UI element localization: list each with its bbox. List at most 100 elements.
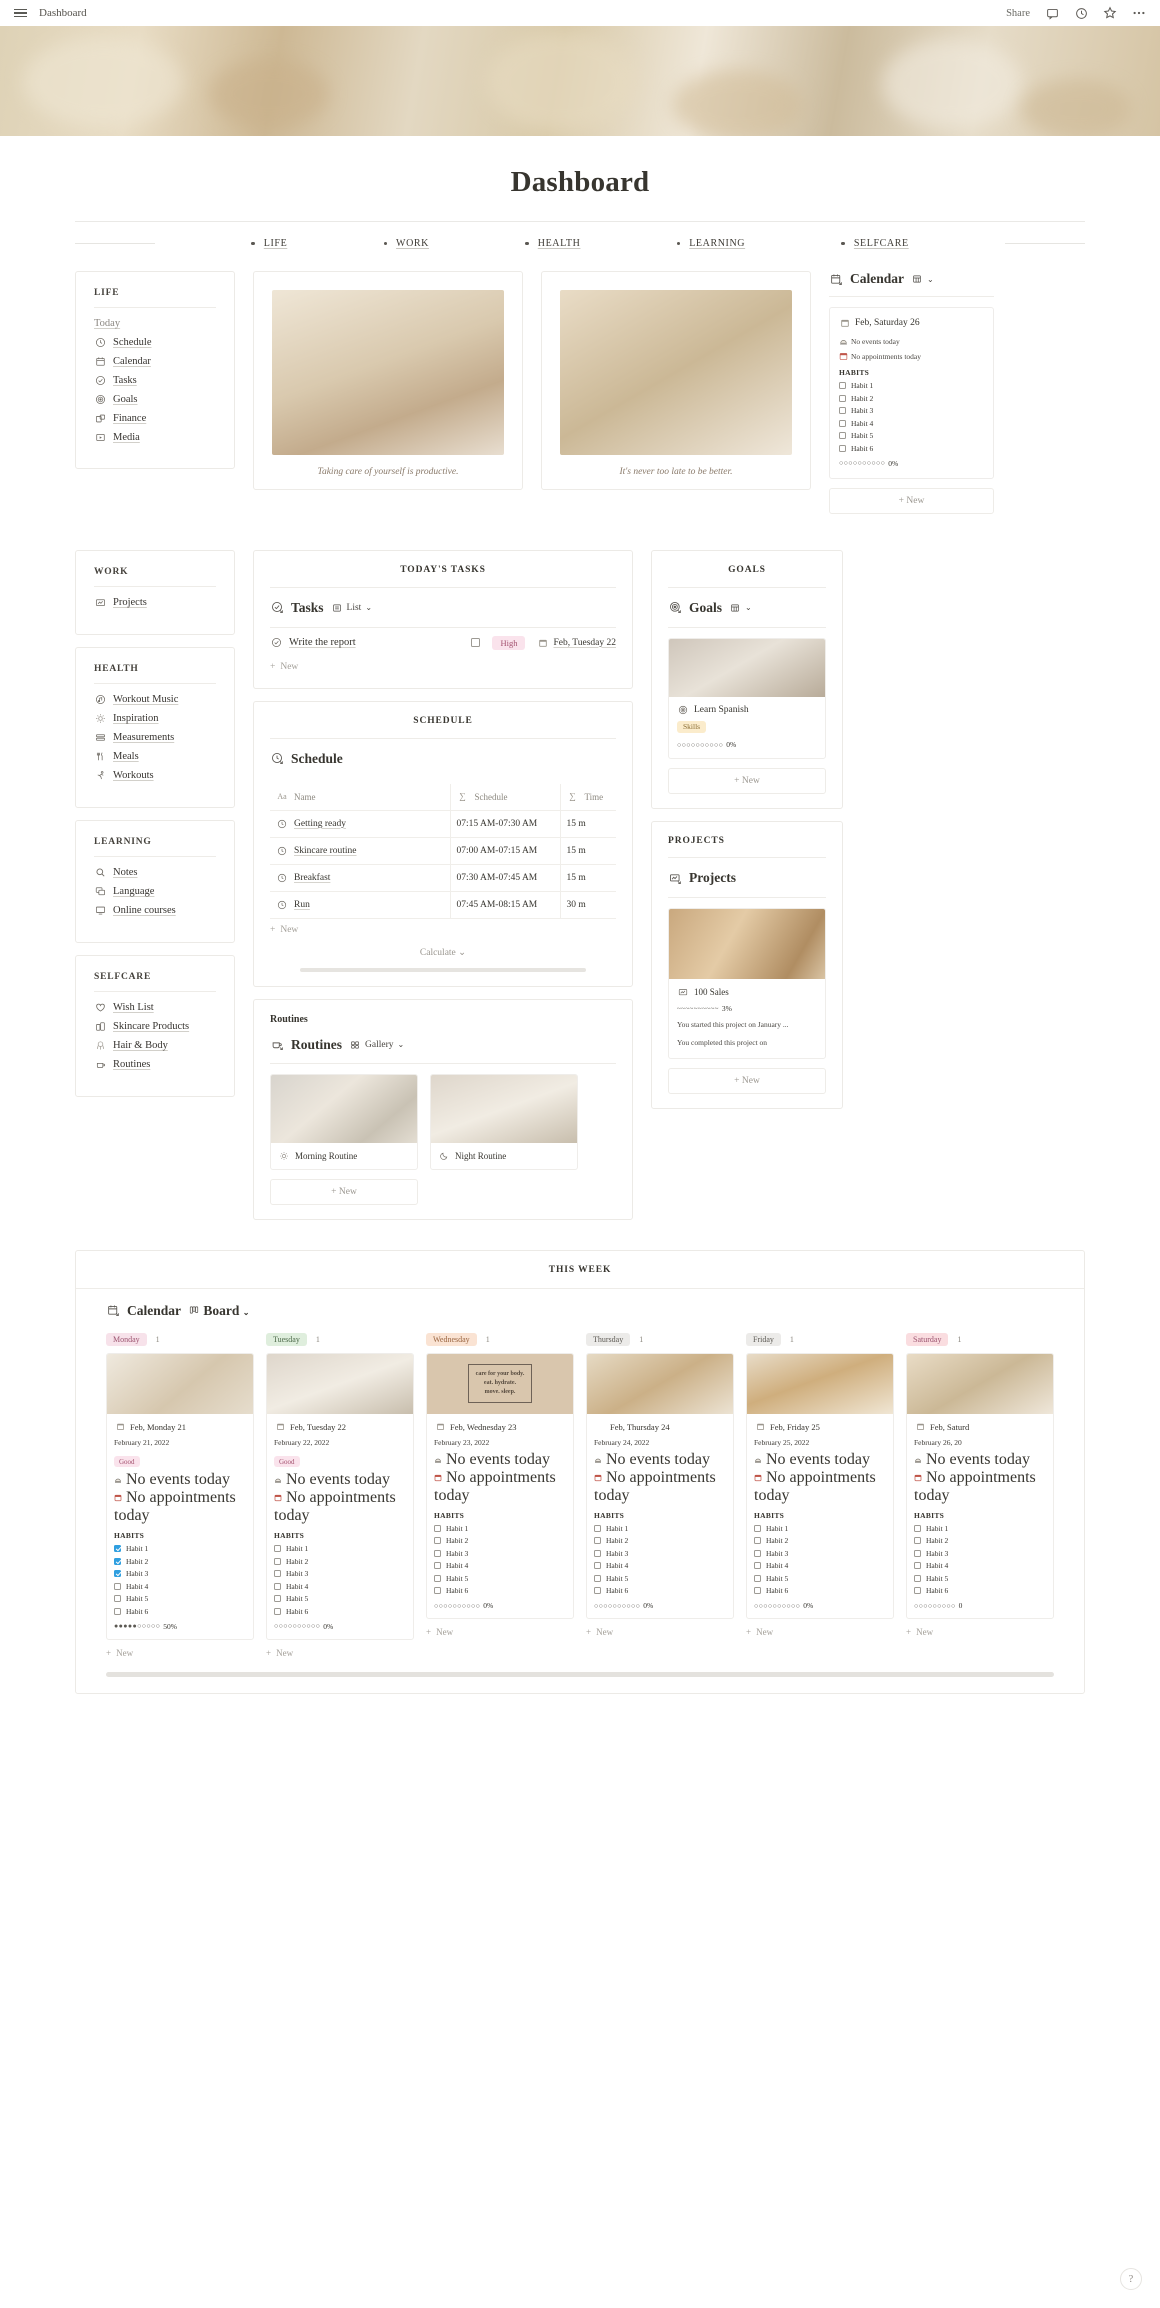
health-item-measurements[interactable]: Measurements [94, 732, 216, 744]
schedule-col-time[interactable]: ∑ Time [559, 783, 616, 811]
habit-row[interactable]: Habit 1 [914, 1524, 1046, 1533]
health-item-workouts[interactable]: Workouts [94, 770, 216, 782]
more-options-icon[interactable] [1132, 6, 1146, 20]
nav-label[interactable]: LEARNING [689, 238, 745, 249]
comment-icon[interactable] [1045, 6, 1059, 20]
habit-checkbox[interactable] [754, 1574, 761, 1582]
routines-view-selector[interactable]: Gallery ⌄ [349, 1039, 404, 1051]
habit-row[interactable]: Habit 2 [914, 1536, 1046, 1545]
habit-row[interactable]: Habit 4 [594, 1561, 726, 1570]
habit-row[interactable]: Habit 6 [754, 1586, 886, 1595]
tasks-db-header[interactable]: Tasks List ⌄ [270, 588, 616, 627]
selfcare-item-skincare-products[interactable]: Skincare Products [94, 1021, 216, 1033]
habit-checkbox[interactable] [114, 1607, 121, 1615]
goals-new-button[interactable]: + New [668, 768, 826, 794]
calendar-entry-card[interactable]: Feb, Saturday 26 No events today No appo… [829, 307, 994, 479]
habit-checkbox[interactable] [594, 1574, 601, 1582]
life-item-finance[interactable]: Finance [94, 412, 216, 424]
habit-row[interactable]: Habit 1 [274, 1544, 406, 1553]
habit-checkbox[interactable] [839, 432, 846, 439]
habit-checkbox[interactable] [434, 1562, 441, 1569]
projects-db-header[interactable]: Projects [668, 858, 826, 897]
day-new-button[interactable]: + New [586, 1627, 734, 1637]
habit-row[interactable]: Habit 3 [434, 1549, 566, 1558]
learning-item-notes[interactable]: Notes [94, 867, 216, 879]
habit-row[interactable]: Habit 6 [914, 1586, 1046, 1595]
habit-row[interactable]: Habit 6 [274, 1607, 406, 1616]
table-row[interactable]: Skincare routine 07:00 AM-07:15 AM 15 m [270, 837, 616, 865]
star-icon[interactable] [1103, 6, 1117, 20]
habit-checkbox[interactable] [434, 1537, 441, 1544]
selfcare-item-routines[interactable]: Routines [94, 1059, 216, 1071]
schedule-db-header[interactable]: Schedule [270, 739, 616, 778]
life-item-media[interactable]: Media [94, 431, 216, 443]
tasks-view-selector[interactable]: List ⌄ [331, 602, 372, 614]
habit-checkbox[interactable] [754, 1524, 761, 1532]
day-card[interactable]: care for your body. eat. hydrate. move. sl… [426, 1352, 574, 1619]
habit-row[interactable]: Habit 6 [434, 1586, 566, 1595]
habit-checkbox[interactable] [274, 1582, 281, 1590]
day-new-button[interactable]: + New [426, 1627, 574, 1637]
habit-checkbox[interactable] [434, 1574, 441, 1582]
habit-checkbox[interactable] [914, 1562, 921, 1569]
habit-row[interactable]: Habit 4 [114, 1582, 246, 1591]
habit-checkbox[interactable] [114, 1582, 121, 1590]
habit-checkbox[interactable] [839, 407, 846, 414]
life-item-tasks[interactable]: Tasks [94, 374, 216, 386]
habit-checkbox[interactable] [914, 1574, 921, 1582]
day-card[interactable]: Feb, Monday 21 February 21, 2022 Good No… [106, 1352, 254, 1640]
habit-checkbox[interactable] [274, 1607, 281, 1615]
projects-new-button[interactable]: + New [668, 1068, 826, 1094]
habit-row[interactable]: Habit 1 [839, 381, 984, 390]
day-new-button[interactable]: + New [106, 1648, 254, 1658]
habit-checkbox[interactable] [594, 1537, 601, 1544]
work-item-projects[interactable]: Projects [94, 597, 216, 609]
day-card[interactable]: Feb, Thursday 24 February 24, 2022 No ev… [586, 1352, 734, 1619]
tasks-new-button[interactable]: + New [270, 656, 616, 674]
calendar-new-button[interactable]: + New [829, 487, 994, 514]
schedule-col-schedule[interactable]: ∑ Schedule [449, 783, 560, 811]
habit-row[interactable]: Habit 3 [754, 1549, 886, 1558]
schedule-col-name[interactable]: Aa Name [270, 783, 450, 811]
nav-link-life[interactable]: LIFE [251, 238, 287, 249]
sidebar-toggle-icon[interactable] [14, 8, 27, 18]
day-card[interactable]: Feb, Tuesday 22 February 22, 2022 Good N… [266, 1352, 414, 1640]
habit-row[interactable]: Habit 2 [754, 1536, 886, 1545]
habit-checkbox[interactable] [839, 419, 846, 427]
learning-item-online-courses[interactable]: Online courses [94, 905, 216, 917]
habit-row[interactable]: Habit 5 [839, 431, 984, 440]
habit-row[interactable]: Habit 1 [754, 1524, 886, 1533]
calendar-db-header[interactable]: Calendar ⌄ [829, 271, 994, 287]
habit-row[interactable]: Habit 4 [434, 1561, 566, 1570]
task-done-checkbox[interactable] [471, 638, 481, 647]
habit-checkbox[interactable] [839, 394, 846, 402]
breadcrumb[interactable]: Dashboard [39, 7, 87, 19]
life-item-goals[interactable]: Goals [94, 393, 216, 405]
habit-checkbox[interactable] [274, 1570, 281, 1577]
project-card[interactable]: 100 Sales ~~~~~~~~~~ 3% You started this… [668, 908, 826, 1059]
health-item-meals[interactable]: Meals [94, 751, 216, 763]
goals-db-header[interactable]: Goals ⌄ [668, 588, 826, 627]
nav-label[interactable]: WORK [396, 238, 429, 249]
habit-checkbox[interactable] [274, 1595, 281, 1602]
habit-row[interactable]: Habit 2 [114, 1557, 246, 1566]
habit-row[interactable]: Habit 4 [274, 1582, 406, 1591]
selfcare-item-hair-body[interactable]: Hair & Body [94, 1040, 216, 1052]
routine-card-morning[interactable]: Morning Routine [270, 1073, 418, 1170]
nav-link-learning[interactable]: LEARNING [676, 238, 745, 249]
habit-row[interactable]: Habit 5 [754, 1574, 886, 1583]
habit-row[interactable]: Habit 2 [434, 1536, 566, 1545]
habit-row[interactable]: Habit 3 [839, 406, 984, 415]
habit-row[interactable]: Habit 5 [274, 1594, 406, 1603]
habit-row[interactable]: Habit 5 [114, 1594, 246, 1603]
goal-card[interactable]: Learn Spanish Skills ○○○○○○○○○○ 0% [668, 637, 826, 759]
habit-checkbox[interactable] [914, 1549, 921, 1557]
board-horizontal-scrollbar[interactable] [106, 1671, 1054, 1677]
habit-checkbox[interactable] [594, 1549, 601, 1557]
habit-checkbox[interactable] [839, 444, 846, 452]
schedule-horizontal-scrollbar[interactable] [300, 967, 586, 972]
nav-link-health[interactable]: HEALTH [525, 238, 580, 249]
habit-checkbox[interactable] [594, 1524, 601, 1532]
habit-row[interactable]: Habit 6 [114, 1607, 246, 1616]
habit-row[interactable]: Habit 2 [274, 1557, 406, 1566]
